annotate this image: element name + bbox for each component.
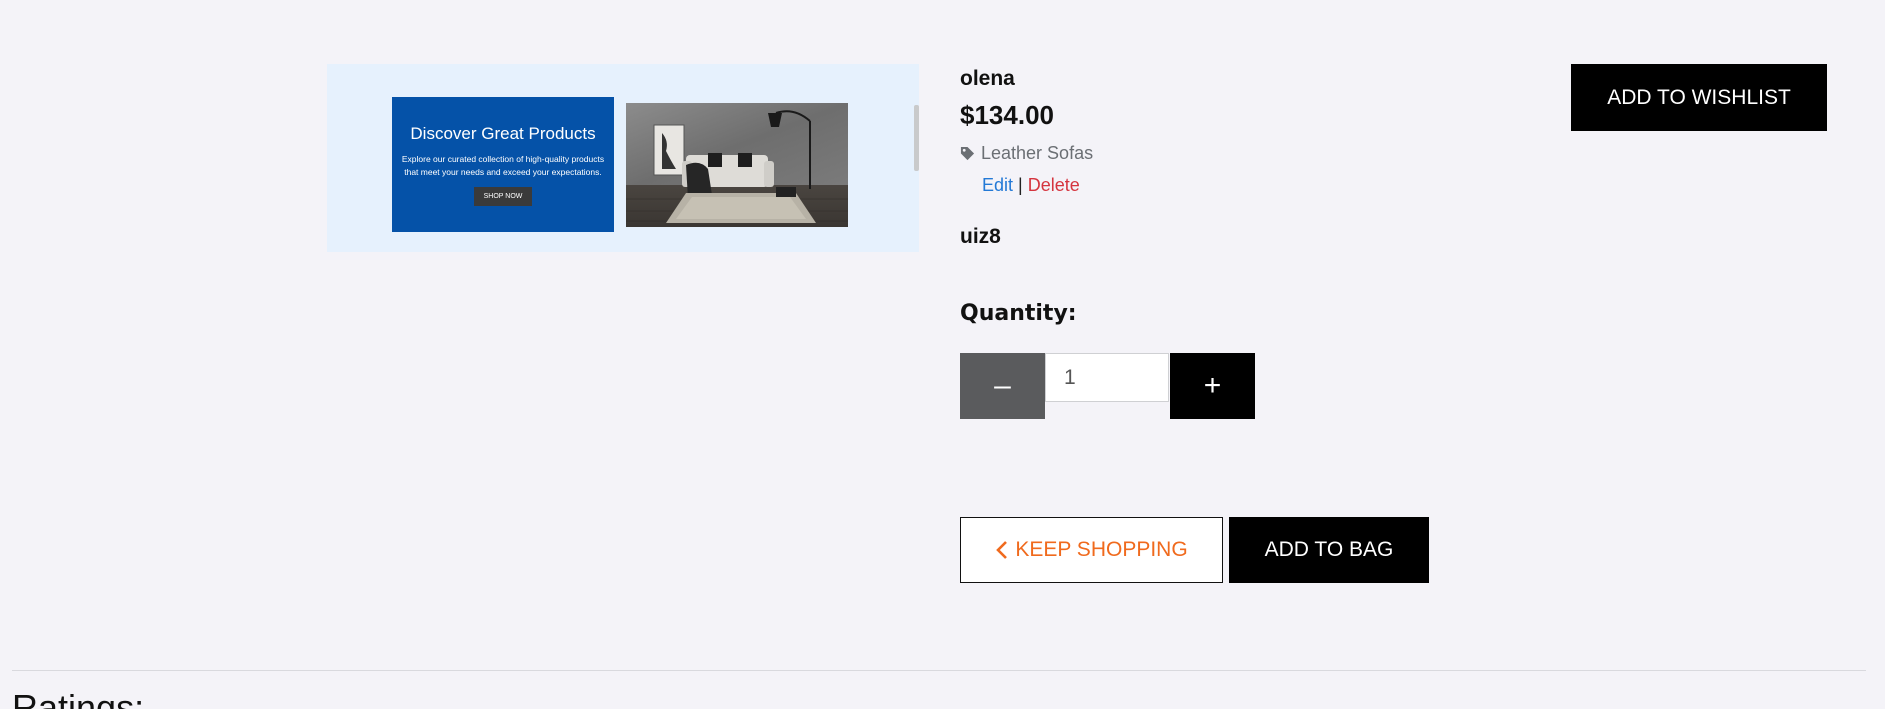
ratings-heading: Ratings: [12, 687, 145, 709]
keep-shopping-button[interactable]: KEEP SHOPPING [960, 517, 1223, 583]
add-to-wishlist-button[interactable]: ADD TO WISHLIST [1571, 64, 1827, 131]
product-sku: uiz8 [960, 225, 1001, 248]
chevron-left-icon [996, 541, 1008, 559]
category-label: Leather Sofas [981, 143, 1094, 163]
product-name: olena [960, 67, 1015, 90]
product-price: $134.00 [960, 100, 1054, 130]
product-image-panel: Discover Great Products Explore our cura… [327, 64, 919, 252]
promo-text: Explore our curated collection of high-q… [401, 154, 605, 177]
edit-link[interactable]: Edit [982, 175, 1013, 195]
image-scrollbar[interactable] [914, 105, 919, 171]
tag-icon [960, 146, 975, 161]
quantity-input[interactable] [1045, 353, 1169, 402]
promo-title: Discover Great Products [410, 124, 596, 143]
product-photo [626, 103, 848, 227]
quantity-increase-button[interactable]: + [1170, 353, 1255, 419]
quantity-label: Quantity: [960, 301, 1077, 326]
section-divider [12, 670, 1866, 671]
add-to-bag-button[interactable]: ADD TO BAG [1229, 517, 1429, 583]
promo-banner: Discover Great Products Explore our cura… [392, 97, 614, 232]
delete-link[interactable]: Delete [1028, 175, 1080, 195]
shop-now-button[interactable]: SHOP NOW [473, 187, 533, 206]
keep-shopping-label: KEEP SHOPPING [1015, 538, 1188, 561]
product-category: Leather Sofas [960, 143, 1093, 164]
link-separator: | [1018, 175, 1023, 195]
admin-links: Edit | Delete [982, 175, 1080, 196]
product-detail-page: Discover Great Products Explore our cura… [0, 0, 1885, 709]
quantity-decrease-button[interactable]: – [960, 353, 1045, 419]
